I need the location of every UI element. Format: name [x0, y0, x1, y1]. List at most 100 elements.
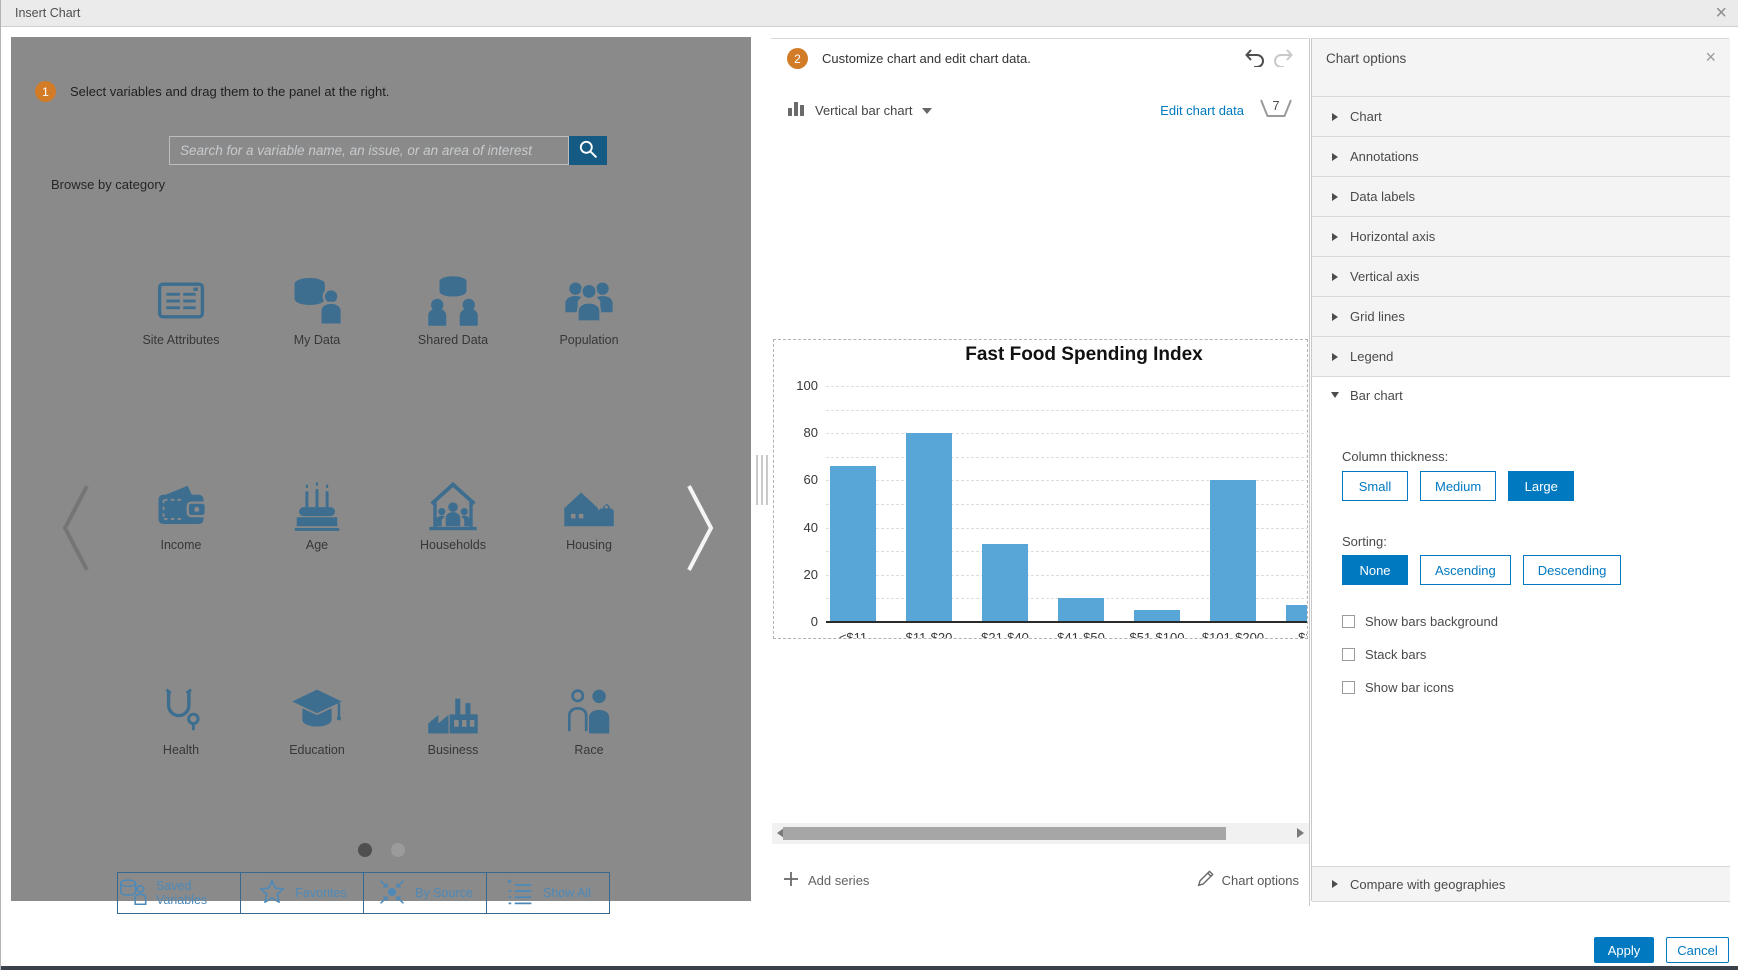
cancel-button[interactable]: Cancel	[1666, 937, 1729, 963]
section-chart[interactable]: Chart	[1312, 97, 1730, 137]
section-compare-with-geographies[interactable]: Compare with geographies	[1312, 866, 1730, 902]
x-axis-tick-label: $51-$100	[1129, 630, 1185, 639]
next-page-chevron-icon[interactable]	[679, 480, 719, 576]
scroll-right-arrow-icon[interactable]	[1297, 828, 1304, 838]
section-vertical-axis[interactable]: Vertical axis	[1312, 257, 1730, 297]
category-label: Race	[574, 743, 604, 757]
panel-close-icon[interactable]: ×	[1705, 47, 1716, 68]
previous-page-chevron-icon[interactable]	[57, 480, 97, 576]
bar--20[interactable]	[1286, 605, 1307, 622]
saved-variables-button[interactable]: Saved Variables	[117, 872, 241, 914]
health-icon	[154, 680, 208, 738]
category-shared-data[interactable]: Shared Data	[388, 270, 518, 475]
saved-variables-icon	[118, 878, 148, 909]
checkbox-row-stack-bars: Stack bars	[1342, 647, 1426, 662]
chevron-down-icon[interactable]	[921, 107, 932, 114]
category-my-data[interactable]: My Data	[252, 270, 382, 475]
variable-count-basket-icon: 7	[1258, 97, 1294, 124]
triangle-right-icon	[1332, 880, 1338, 888]
category-site-attributes[interactable]: Site Attributes	[116, 270, 246, 475]
compare-section-label: Compare with geographies	[1350, 876, 1506, 892]
chart-type-row: Vertical bar chart Edit chart data 7	[787, 97, 1294, 124]
x-axis-baseline	[826, 621, 1307, 623]
bar--11-20[interactable]	[906, 433, 952, 622]
thickness-medium-button[interactable]: Medium	[1420, 471, 1497, 501]
checkbox-stack-bars[interactable]	[1342, 648, 1355, 661]
bar--11[interactable]	[830, 466, 876, 622]
section-label: Data labels	[1350, 189, 1416, 204]
step-2-badge: 2	[787, 48, 808, 69]
show-all-button[interactable]: Show All	[486, 872, 610, 914]
y-axis-tick-label: 0	[810, 614, 818, 629]
pencil-icon	[1196, 869, 1214, 891]
chart-options-header: Chart options ×	[1312, 39, 1730, 97]
sorting-descending-button[interactable]: Descending	[1522, 555, 1622, 585]
thickness-large-button[interactable]: Large	[1508, 471, 1575, 501]
section-label: Grid lines	[1350, 309, 1405, 324]
scrollbar-thumb[interactable]	[783, 827, 1226, 840]
category-label: Population	[559, 333, 619, 347]
apply-button[interactable]: Apply	[1594, 937, 1654, 963]
category-housing[interactable]: Housing	[524, 475, 654, 680]
income-icon	[154, 475, 208, 533]
section-grid-lines[interactable]: Grid lines	[1312, 297, 1730, 337]
category-age[interactable]: Age	[252, 475, 382, 680]
shared-data-icon	[426, 270, 480, 328]
category-population[interactable]: Population	[524, 270, 654, 475]
chart-options-button[interactable]: Chart options	[1196, 869, 1299, 891]
section-bar-chart[interactable]: Bar chart	[1312, 377, 1730, 413]
section-annotations[interactable]: Annotations	[1312, 137, 1730, 177]
checkbox-show-bar-icons[interactable]	[1342, 681, 1355, 694]
pagination-dot-1[interactable]	[357, 843, 372, 857]
variable-source-buttons: Saved Variables Favorites By Source Show…	[117, 872, 610, 914]
race-icon	[562, 680, 616, 738]
category-label: Site Attributes	[142, 333, 220, 347]
variable-search	[169, 136, 607, 165]
search-icon	[577, 138, 599, 163]
x-axis-tick-label: <$11	[838, 630, 868, 639]
section-horizontal-axis[interactable]: Horizontal axis	[1312, 217, 1730, 257]
button-label: By Source	[415, 886, 473, 900]
checkbox-label: Show bars background	[1365, 614, 1498, 629]
sorting-none-button[interactable]: None	[1342, 555, 1408, 585]
panel-splitter-handle[interactable]	[756, 455, 770, 505]
checkbox-label: Show bar icons	[1365, 680, 1454, 695]
svg-text:7: 7	[1272, 98, 1279, 113]
category-income[interactable]: Income	[116, 475, 246, 680]
section-label: Horizontal axis	[1350, 229, 1436, 244]
category-label: My Data	[293, 333, 341, 347]
sorting-group: None Ascending Descending	[1342, 555, 1622, 585]
by-source-button[interactable]: By Source	[363, 872, 487, 914]
checkbox-show-bars-background[interactable]	[1342, 615, 1355, 628]
dialog-titlebar: Insert Chart ×	[1, 0, 1738, 27]
chart-selection-box[interactable]: Fast Food Spending Index 0 20 40 60 80 100 <$1…	[773, 339, 1308, 639]
chart-panel-footer: Add series Chart options	[771, 857, 1309, 903]
bar--101-200[interactable]	[1210, 480, 1256, 622]
undo-redo-group	[1243, 47, 1295, 72]
sorting-ascending-button[interactable]: Ascending	[1420, 555, 1511, 585]
search-button[interactable]	[569, 136, 607, 165]
section-legend[interactable]: Legend	[1312, 337, 1730, 377]
favorites-button[interactable]: Favorites	[240, 872, 364, 914]
bar--21-40[interactable]	[982, 544, 1028, 622]
category-label: Health	[162, 743, 200, 757]
chart-horizontal-scrollbar[interactable]	[772, 823, 1309, 844]
browse-by-category-label: Browse by category	[51, 177, 166, 192]
search-input[interactable]	[169, 136, 569, 165]
undo-icon[interactable]	[1243, 47, 1265, 72]
thickness-small-button[interactable]: Small	[1342, 471, 1408, 501]
chart-type-dropdown[interactable]: Vertical bar chart	[815, 103, 913, 118]
pagination-dot-2[interactable]	[390, 843, 405, 857]
chart-options-title: Chart options	[1326, 51, 1407, 66]
bar--41-50[interactable]	[1058, 598, 1104, 622]
category-households[interactable]: Households	[388, 475, 518, 680]
bottom-strip	[1, 966, 1738, 970]
add-series-button[interactable]: Add series	[783, 871, 869, 890]
button-label: Saved Variables	[156, 879, 208, 907]
dialog-title: Insert Chart	[15, 6, 81, 20]
dialog-close-icon[interactable]: ×	[1715, 1, 1727, 25]
edit-chart-data-link[interactable]: Edit chart data	[1160, 103, 1244, 118]
section-data-labels[interactable]: Data labels	[1312, 177, 1730, 217]
step-1-text: Select variables and drag them to the pa…	[70, 84, 390, 99]
redo-icon[interactable]	[1273, 47, 1295, 72]
